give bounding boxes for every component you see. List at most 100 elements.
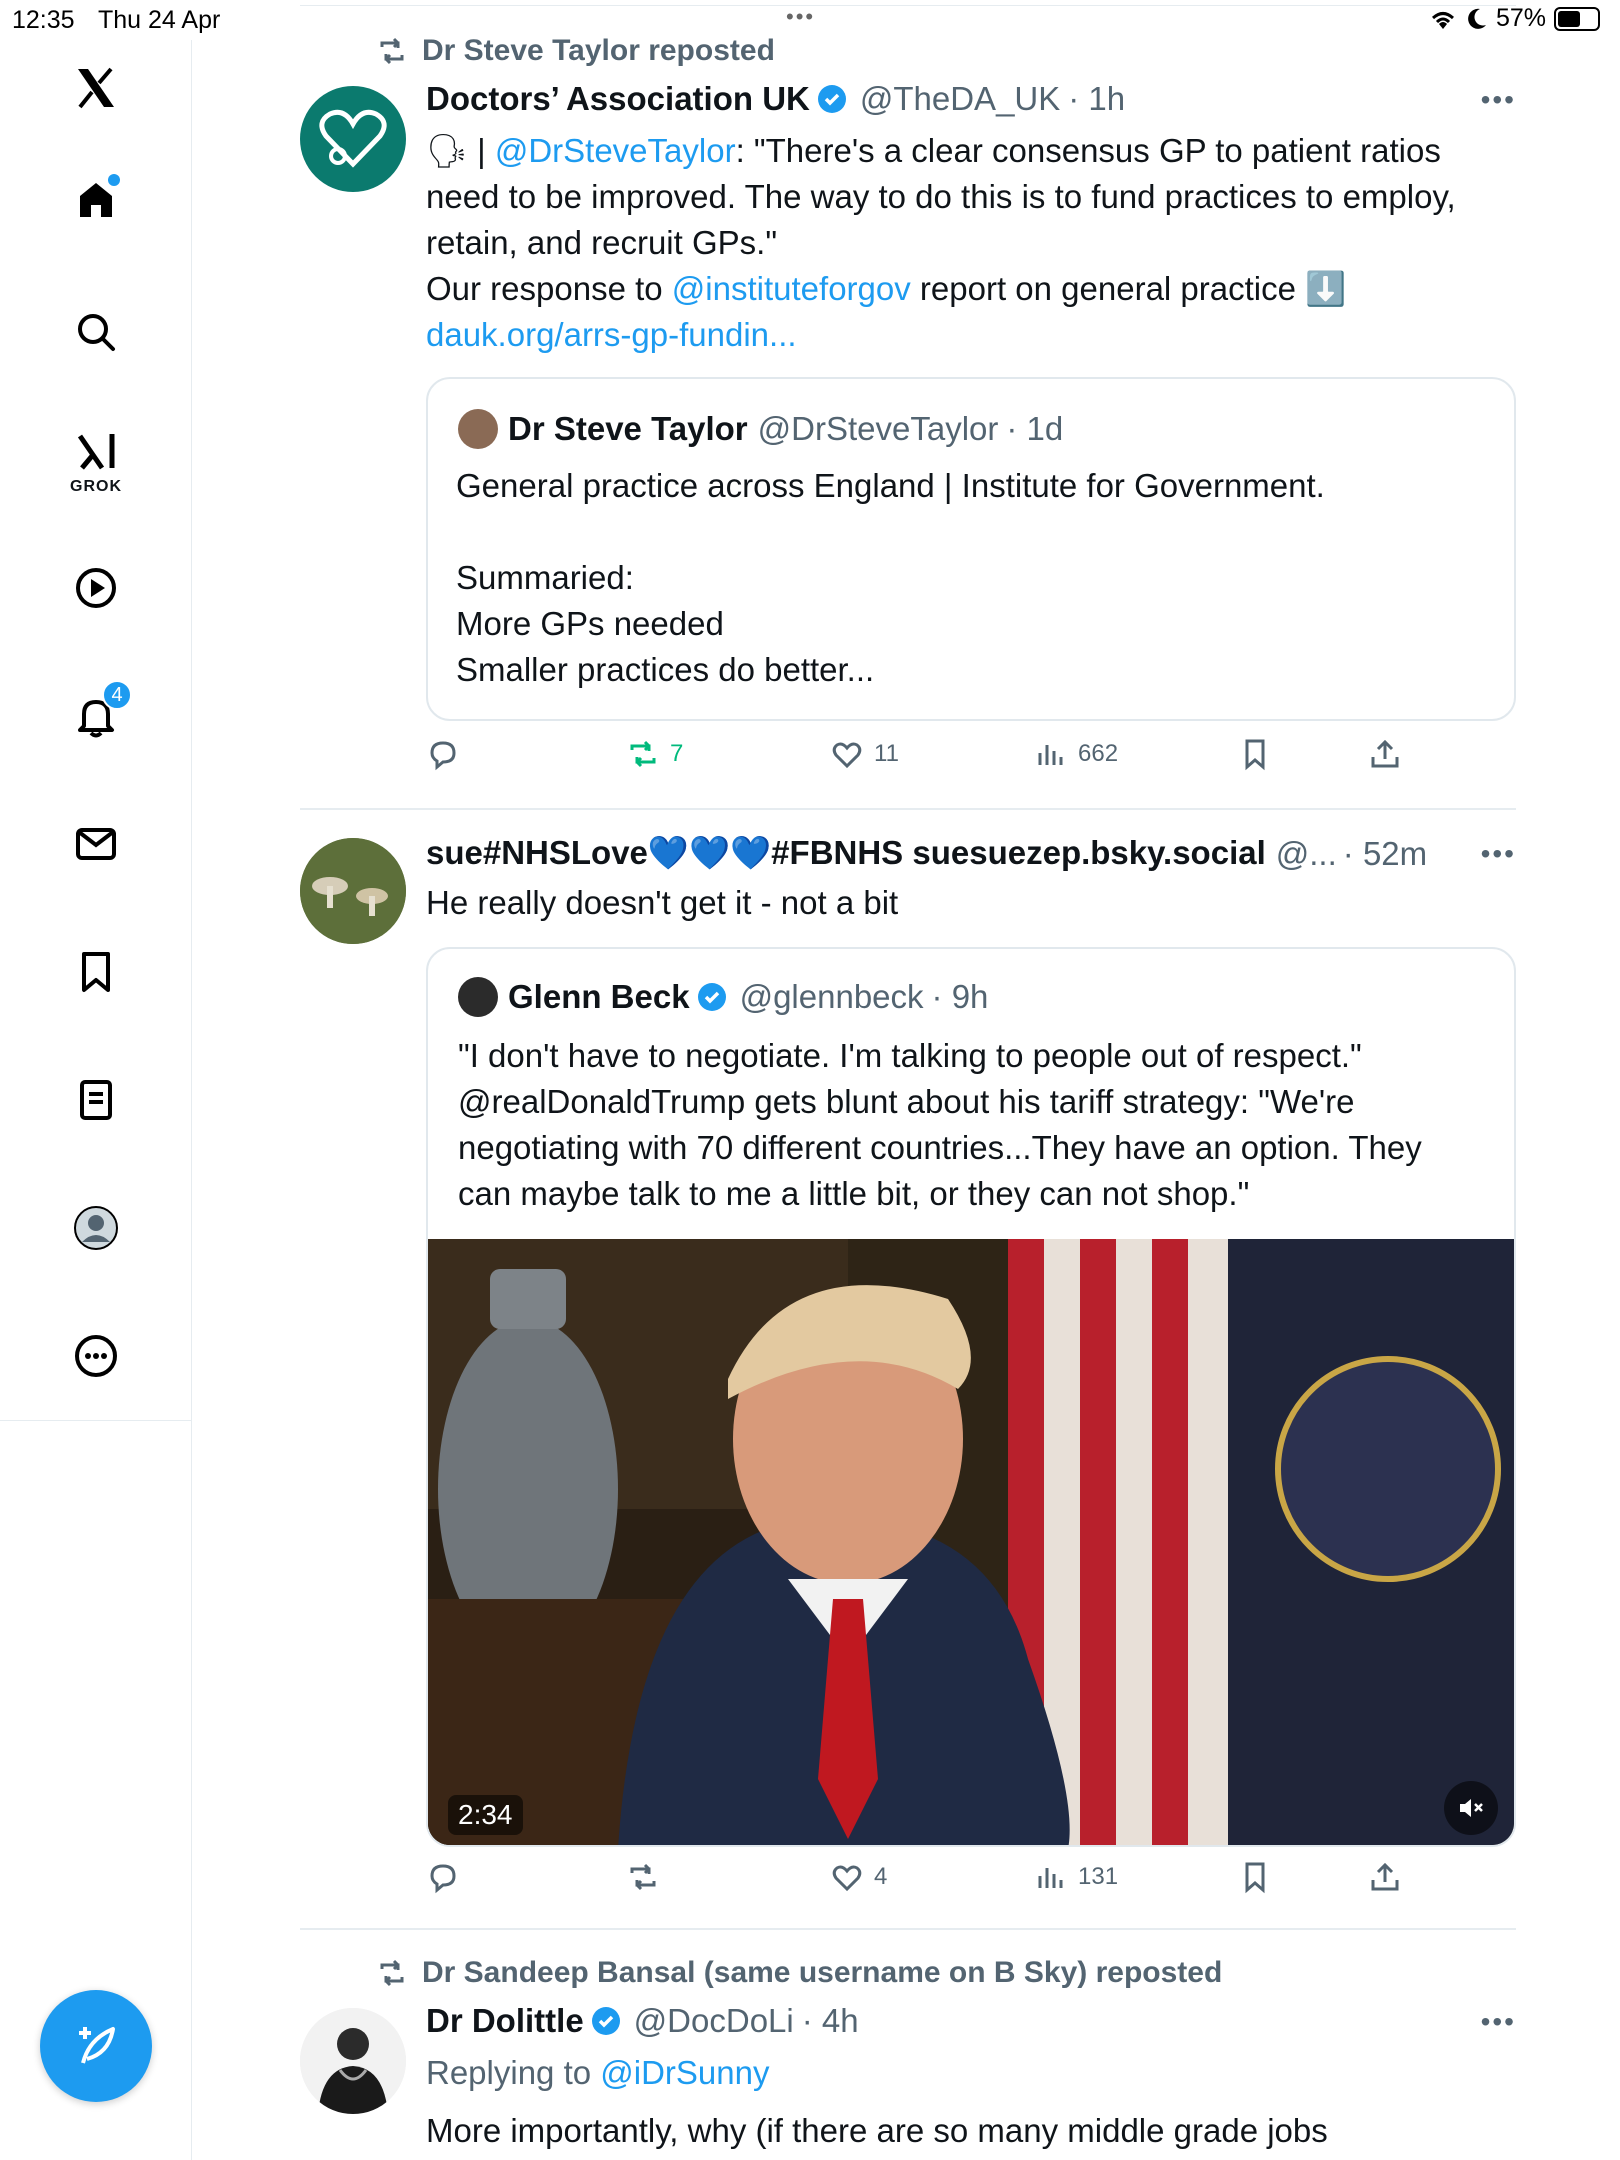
text-separator: | — [467, 132, 495, 169]
handle[interactable]: @... — [1276, 835, 1337, 873]
sue-avatar[interactable] — [300, 838, 406, 944]
timestamp[interactable]: · 52m — [1343, 835, 1427, 873]
sidebar-divider — [0, 1420, 192, 1421]
quoted-avatar — [458, 409, 498, 449]
share-button[interactable] — [1368, 1860, 1402, 1894]
repost-indicator: Dr Steve Taylor reposted — [376, 34, 775, 68]
search-icon[interactable] — [56, 292, 136, 372]
profile-avatar-icon[interactable] — [56, 1188, 136, 1268]
tweet-text: More importantly, why (if there are so m… — [426, 2112, 1328, 2149]
home-icon[interactable] — [56, 160, 136, 240]
x-logo-icon[interactable] — [56, 48, 136, 128]
sidebar: GROK 4 — [0, 40, 192, 2160]
notifications-badge: 4 — [102, 680, 132, 710]
feed-top-divider — [300, 5, 1516, 6]
tweet-more-icon[interactable]: ••• — [1481, 2006, 1516, 2038]
bookmarks-icon[interactable] — [56, 932, 136, 1012]
tweet-more-icon[interactable]: ••• — [1481, 838, 1516, 870]
like-count: 11 — [874, 740, 899, 767]
display-name[interactable]: Dr Dolittle — [426, 2002, 584, 2040]
speaking-head-emoji: 🗣 — [426, 132, 468, 169]
share-icon — [1371, 1862, 1399, 1891]
quoted-handle: @glennbeck — [739, 978, 924, 1015]
bookmark-button[interactable] — [1238, 737, 1272, 771]
video-player[interactable]: 2:34 — [428, 1239, 1514, 1845]
replying-to-mention[interactable]: @iDrSunny — [600, 2054, 769, 2091]
video-duration: 2:34 — [448, 1795, 523, 1835]
views-button[interactable]: 131 — [1034, 1860, 1118, 1894]
stethoscope-heart-icon — [319, 109, 387, 168]
quoted-timestamp: · 1d — [1006, 410, 1064, 447]
handle[interactable]: @TheDA_UK — [860, 80, 1060, 118]
share-button[interactable] — [1368, 737, 1402, 771]
messages-envelope-icon[interactable] — [56, 804, 136, 884]
compose-post-button[interactable] — [40, 1990, 152, 2102]
down-arrow-emoji: ⬇️ — [1305, 270, 1347, 307]
quoted-line: Summaried: — [456, 559, 634, 596]
like-button[interactable]: 11 — [830, 737, 899, 771]
views-bar-icon — [1038, 1868, 1063, 1888]
compose-feather-icon — [79, 2027, 115, 2064]
notifications-bell-icon[interactable]: 4 — [56, 676, 136, 756]
more-options-icon[interactable] — [56, 1316, 136, 1396]
verified-badge-icon — [591, 2007, 620, 2035]
quoted-timestamp: · 9h — [931, 978, 989, 1015]
quoted-tweet-text: General practice across England | Instit… — [456, 463, 1456, 693]
tweet-actions: 4 131 — [426, 1860, 1496, 1910]
handle[interactable]: @DocDoLi — [634, 2002, 794, 2040]
quoted-tweet-text: "I don't have to negotiate. I'm talking … — [458, 1037, 1422, 1212]
tweet-divider — [300, 808, 1516, 810]
display-name[interactable]: sue#NHSLove💙💙💙#FBNHS suesuezep.bsky.soci… — [426, 834, 1266, 873]
dolittle-avatar[interactable] — [300, 2008, 406, 2114]
repost-indicator: Dr Sandeep Bansal (same username on B Sk… — [376, 1956, 1222, 1990]
quoted-line: Smaller practices do better... — [456, 651, 875, 688]
bookmark-button[interactable] — [1238, 1860, 1272, 1894]
timeline-feed: Dr Steve Taylor reposted Doctors’ Associ… — [300, 0, 1516, 2160]
tweet-actions: 7 11 662 — [426, 737, 1496, 787]
quoted-handle: @DrSteveTaylor — [757, 410, 999, 447]
reply-icon — [430, 741, 456, 771]
tweet-more-icon[interactable]: ••• — [1481, 84, 1516, 116]
timestamp[interactable]: · 1h — [1068, 80, 1125, 118]
video-thumbnail-image — [428, 1239, 1514, 1845]
tweet-header: sue#NHSLove💙💙💙#FBNHS suesuezep.bsky.soci… — [426, 834, 1430, 873]
like-button[interactable]: 4 — [830, 1860, 887, 1894]
repost-icon — [630, 1863, 656, 1891]
like-count: 4 — [874, 1863, 888, 1890]
reply-button[interactable] — [426, 737, 460, 771]
quoted-line: General practice across England | Instit… — [456, 467, 1325, 504]
repost-label: Dr Steve Taylor reposted — [422, 34, 775, 67]
repost-button[interactable] — [626, 1860, 660, 1894]
quoted-line: More GPs needed — [456, 605, 724, 642]
repost-button[interactable]: 7 — [626, 737, 683, 771]
quoted-header: Dr Steve Taylor @DrSteveTaylor · 1d — [458, 409, 1063, 449]
battery-fill — [1558, 10, 1580, 27]
reply-button[interactable] — [426, 1860, 460, 1894]
mention-link[interactable]: @DrSteveTaylor — [495, 132, 736, 169]
lists-icon[interactable] — [56, 1060, 136, 1140]
mute-toggle-button[interactable] — [1444, 1781, 1498, 1835]
tweet-text: 🗣 | @DrSteveTaylor: "There's a clear con… — [426, 128, 1504, 358]
url-link[interactable]: dauk.org/arrs-gp-fundin... — [426, 316, 797, 353]
tweet-header: Doctors’ Association UK @TheDA_UK · 1h — [426, 80, 1516, 118]
views-count: 662 — [1078, 740, 1119, 767]
reply-icon — [430, 1864, 456, 1894]
tweet-divider — [300, 1928, 1516, 1930]
views-bar-icon — [1038, 745, 1063, 765]
heart-icon — [832, 1865, 862, 1892]
grok-label: GROK — [70, 478, 122, 495]
grok-icon[interactable]: GROK — [56, 420, 136, 500]
display-name[interactable]: Doctors’ Association UK — [426, 80, 810, 118]
mention-link[interactable]: @instituteforgov — [672, 270, 911, 307]
home-unread-dot — [108, 174, 120, 186]
views-button[interactable]: 662 — [1034, 737, 1118, 771]
repost-icon — [380, 1959, 404, 1987]
dauk-avatar[interactable] — [300, 86, 406, 192]
timestamp[interactable]: · 4h — [802, 2002, 859, 2040]
views-count: 131 — [1078, 1863, 1119, 1890]
video-play-icon[interactable] — [56, 548, 136, 628]
repost-icon — [630, 740, 656, 768]
quoted-header: Glenn Beck @glennbeck · 9h — [458, 977, 988, 1017]
status-time: 12:35 — [12, 6, 75, 34]
quoted-tweet[interactable]: Glenn Beck @glennbeck · 9h "I don't have… — [426, 947, 1516, 1847]
